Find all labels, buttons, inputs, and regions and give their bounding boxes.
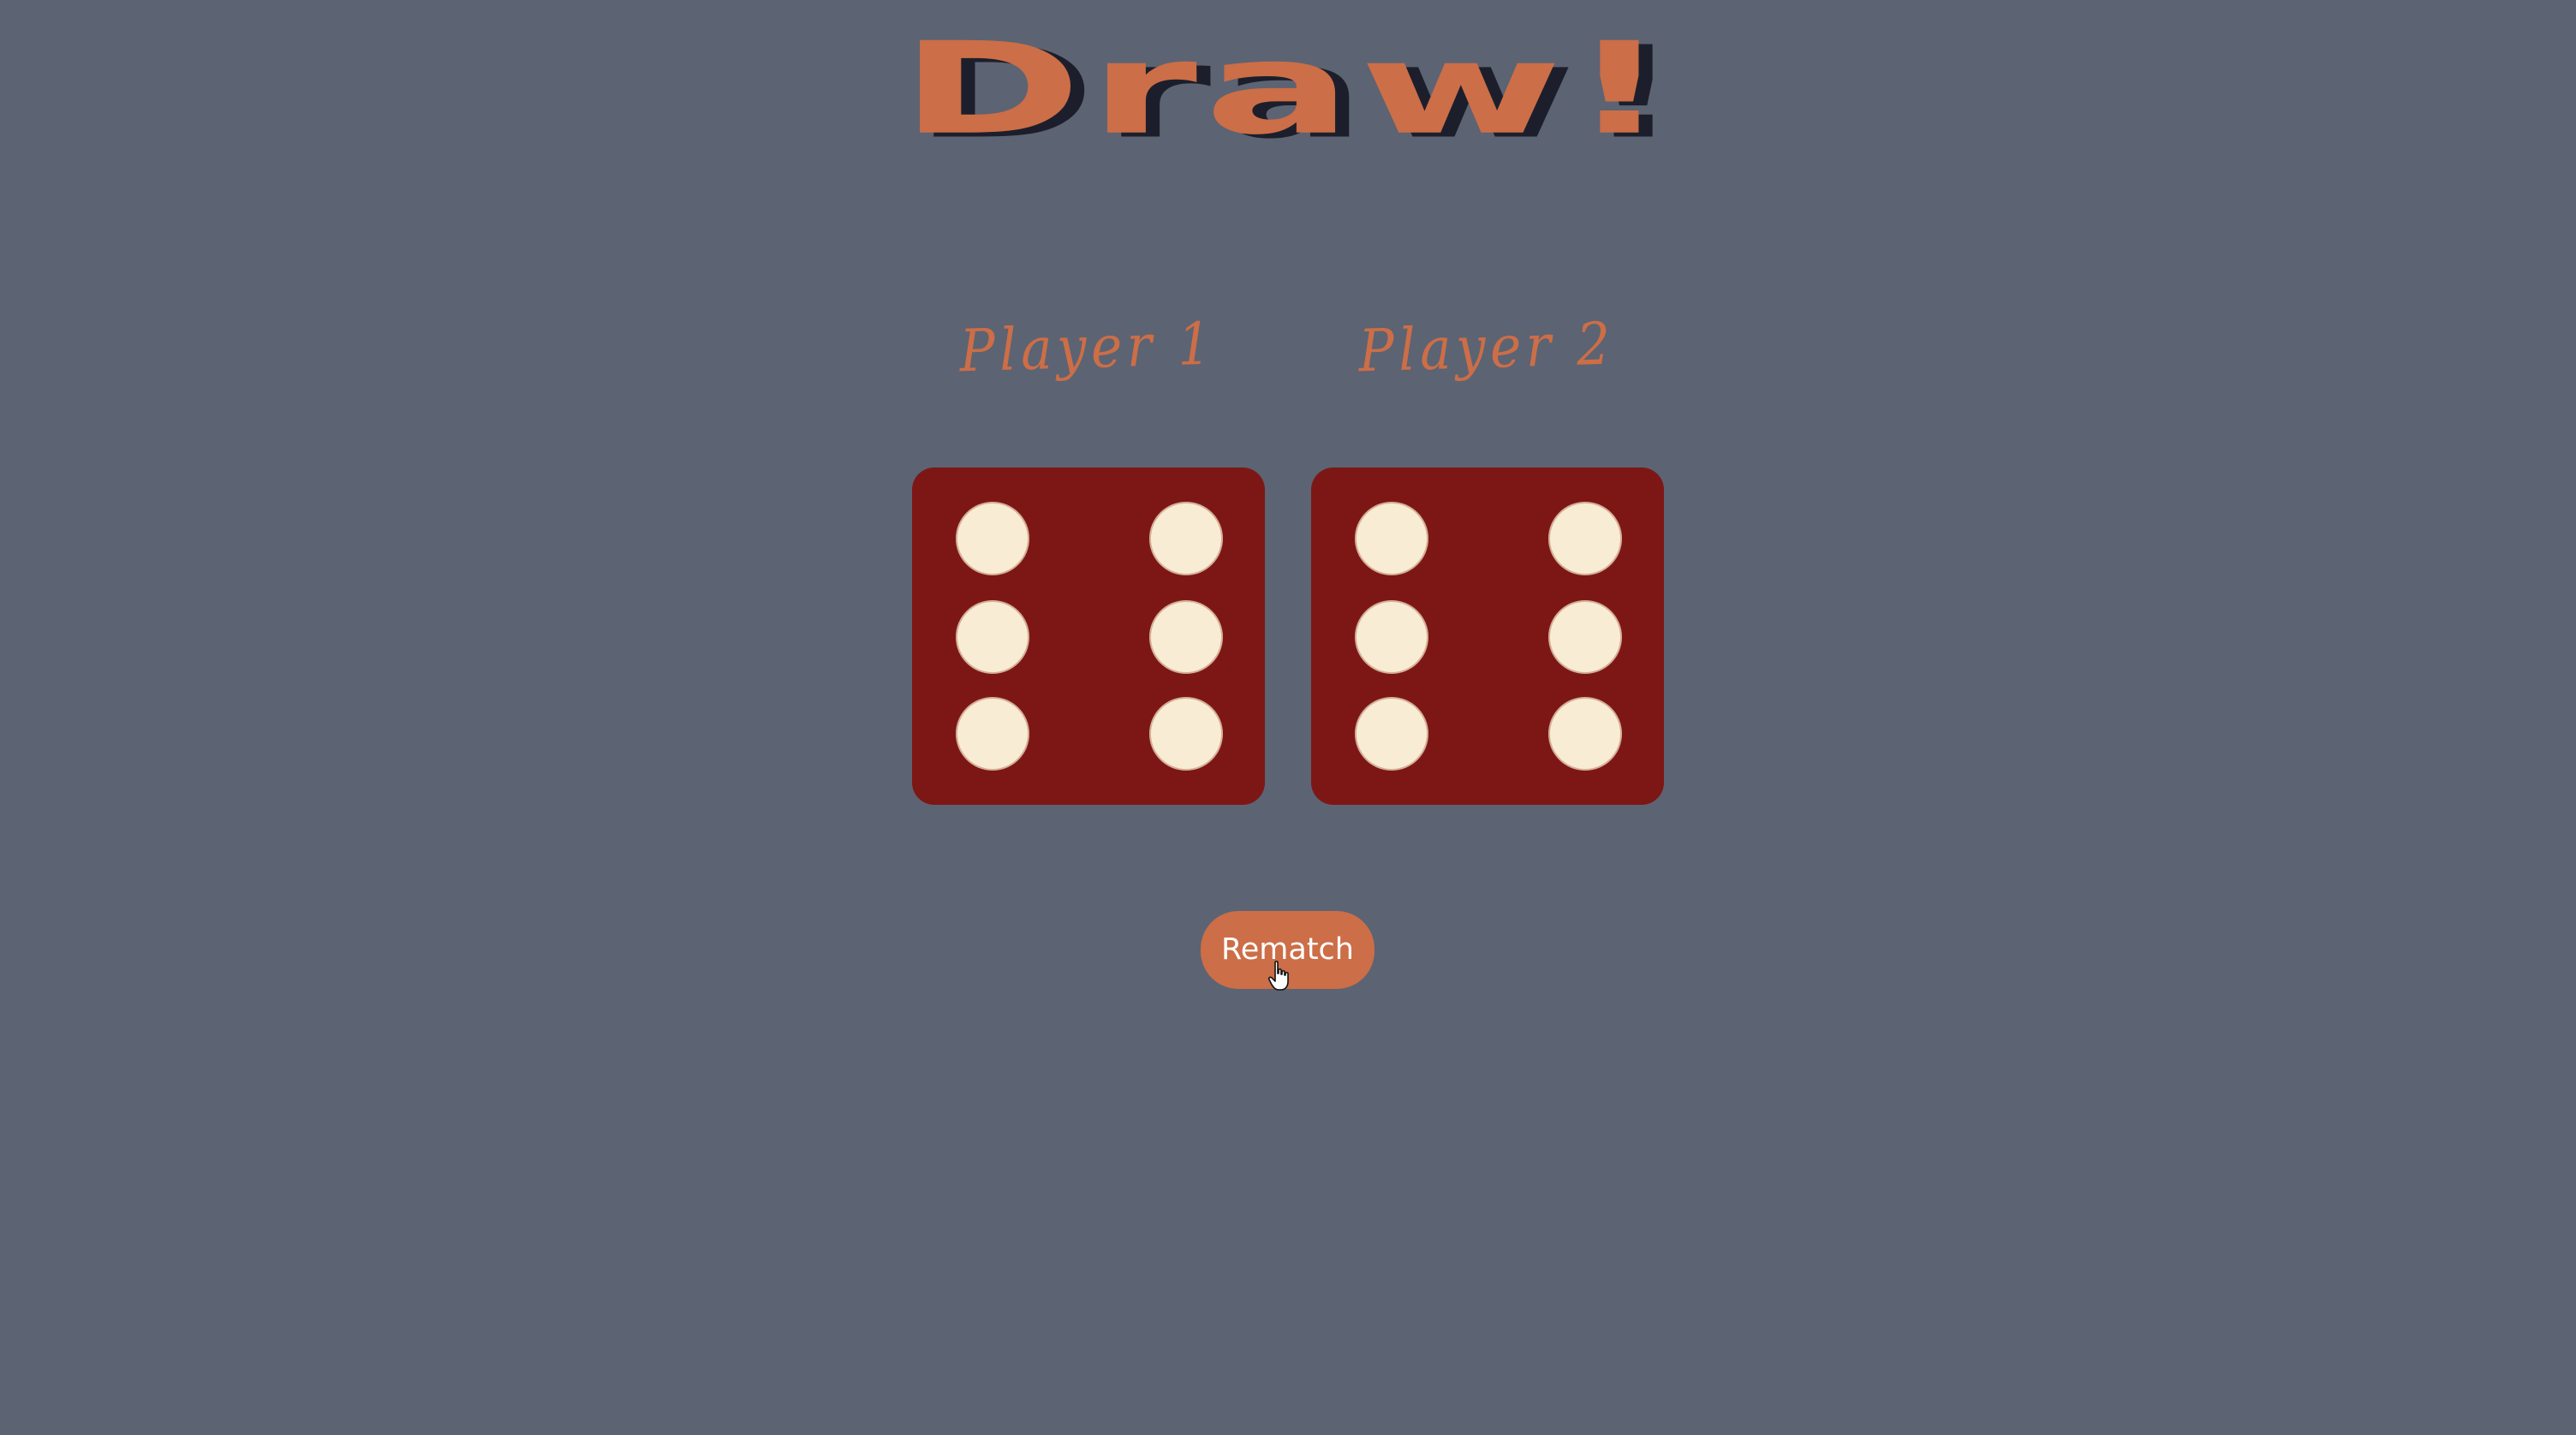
die-pip	[1548, 697, 1622, 771]
die-pip	[1355, 697, 1428, 771]
die-pip	[956, 502, 1029, 575]
die-pip	[956, 600, 1029, 674]
rematch-button[interactable]: Rematch	[1201, 911, 1374, 989]
die-pip	[1149, 600, 1223, 674]
player-2-die	[1311, 467, 1664, 805]
player-1-label: Player 1	[958, 310, 1217, 386]
die-pip	[1149, 502, 1223, 575]
die-pip	[1149, 697, 1223, 771]
player-2-label: Player 2	[1357, 310, 1616, 386]
player-1-die	[912, 467, 1265, 805]
die-pip	[1355, 502, 1428, 575]
result-title: Draw!	[899, 15, 1677, 163]
die-pip	[1355, 600, 1428, 674]
die-pip	[956, 697, 1029, 771]
die-pip	[1548, 502, 1622, 575]
die-pip	[1548, 600, 1622, 674]
